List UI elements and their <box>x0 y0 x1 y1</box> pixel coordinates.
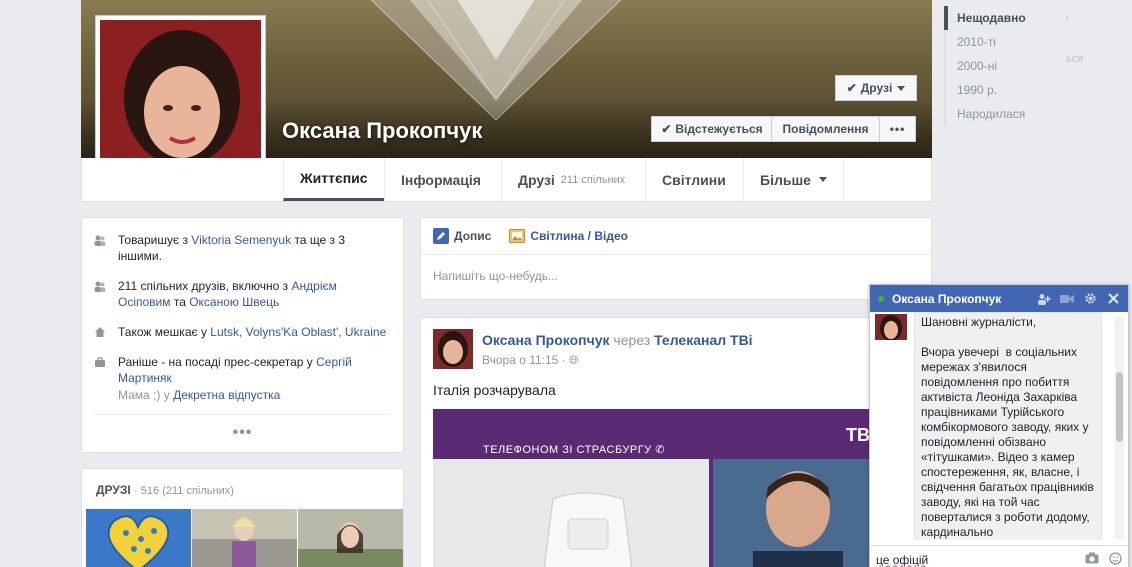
chat-sender-avatar[interactable] <box>875 314 907 340</box>
intro-lives-in: Також мешкає у Lutsk, Volyns'Ka Oblast',… <box>94 324 392 340</box>
friend-link[interactable]: Viktoria Semenyuk <box>191 233 291 247</box>
friends-icon <box>94 281 106 292</box>
chat-input[interactable]: це офіцій <box>870 545 1128 567</box>
tab-more[interactable]: Більше <box>743 158 844 201</box>
post-header: Оксана Прокопчук через Телеканал ТВі <box>482 332 753 348</box>
divider <box>421 254 931 255</box>
globe-icon: 🌐︎ <box>569 353 579 367</box>
post-composer: Допис Світлина / Відео Напишіть що-небуд… <box>420 217 932 300</box>
tab-friends-count: 211 спільних <box>560 173 626 186</box>
message-button[interactable]: Повідомлення <box>771 116 880 142</box>
intro-work: Раніше - на посаді прес-секретар у Сергі… <box>94 354 392 403</box>
chevron-down-icon <box>818 177 827 182</box>
emoji-icon[interactable] <box>1109 551 1122 567</box>
friends-card-header[interactable]: ДРУЗІ · 516 (211 спільних) <box>96 483 234 497</box>
chat-input-text: це офіцій <box>876 552 929 567</box>
composer-tabs: Допис Світлина / Відео <box>433 228 628 244</box>
intro-more-button[interactable]: ••• <box>82 424 403 442</box>
following-button-label: Відстежується <box>675 122 763 136</box>
friend-thumbnail[interactable] <box>86 509 191 567</box>
media-caption: ТЕЛЕФОНОМ ЗІ СТРАСБУРГУ ✆ <box>483 444 665 456</box>
intro-card: Товаришує з Viktoria Semenyuk та ще з 3 … <box>81 217 404 453</box>
post-media[interactable]: ТЕЛЕФОНОМ ЗІ СТРАСБУРГУ ✆ ТВі <box>433 409 883 567</box>
friends-button[interactable]: ✔ Друзі <box>835 75 917 101</box>
intro-current-job: Мама ;) у Декретна відпустка <box>118 388 281 402</box>
camera-icon[interactable] <box>1085 552 1099 567</box>
video-call-icon[interactable] <box>1060 292 1074 306</box>
friend-thumbnail[interactable] <box>298 509 403 567</box>
media-person-image <box>713 459 883 567</box>
chat-scrollbar-thumb[interactable] <box>1116 372 1123 442</box>
timeline-item-born[interactable]: Народилася <box>944 102 1064 126</box>
divider <box>94 414 391 415</box>
gear-icon[interactable] <box>1083 292 1097 306</box>
timeline-item-2000s[interactable]: 2000-ні <box>944 54 1064 78</box>
timeline-item-1990[interactable]: 1990 р. <box>944 78 1064 102</box>
friend-thumbnail[interactable] <box>192 509 297 567</box>
post-meta: Вчора о 11:15 · 🌐︎ <box>482 353 579 368</box>
tab-photos-label: Світлини <box>662 171 726 188</box>
background-text: ься <box>1066 53 1084 65</box>
friends-button-label: Друзі <box>860 81 893 95</box>
chat-titlebar[interactable]: Оксана Прокопчук <box>870 285 1128 312</box>
location-link[interactable]: Lutsk, Volyns'Ka Oblast', Ukraine <box>210 325 386 339</box>
timeline-years-nav: Нещодавно 2010-ті 2000-ні 1990 р. Народи… <box>944 6 1064 126</box>
timeline-item-recent[interactable]: Нещодавно <box>944 6 1064 30</box>
chat-window: Оксана Прокопчук Шановні журналісти, Вчо… <box>869 284 1129 567</box>
timeline-item-2010s[interactable]: 2010-ті <box>944 30 1064 54</box>
profile-name[interactable]: Оксана Прокопчук <box>282 118 482 144</box>
post-page-link[interactable]: Телеканал ТВі <box>654 332 753 348</box>
tab-about-label: Інформація <box>401 171 481 188</box>
check-icon: ✔ <box>661 122 672 136</box>
composer-tab-status[interactable]: Допис <box>433 228 491 244</box>
intro-friends-with: Товаришує з Viktoria Semenyuk та ще з 3 … <box>94 232 392 264</box>
close-icon[interactable] <box>1106 292 1120 306</box>
chat-messages: Шановні журналісти, Вчора увечері в соці… <box>870 312 1110 540</box>
profile-photo <box>100 20 261 181</box>
tab-more-label: Більше <box>760 171 811 188</box>
pencil-icon <box>433 228 449 244</box>
chat-scrollbar[interactable] <box>1115 317 1124 539</box>
chat-message-bubble: Шановні журналісти, Вчора увечері в соці… <box>914 312 1102 540</box>
following-button[interactable]: ✔ Відстежується <box>651 116 772 142</box>
mutual-friend-link[interactable]: Оксаною Швець <box>189 295 279 309</box>
tab-friends[interactable]: Друзі 211 спільних <box>501 158 641 201</box>
job-link[interactable]: Декретна відпустка <box>173 388 280 402</box>
composer-input[interactable]: Напишіть що-небудь... <box>433 269 558 283</box>
tab-about[interactable]: Інформація <box>384 158 497 201</box>
tab-friends-label: Друзі <box>518 171 555 188</box>
post-timestamp[interactable]: Вчора о 11:15 · <box>482 353 566 367</box>
feed-post: Оксана Прокопчук через Телеканал ТВі Вчо… <box>420 317 932 567</box>
phone-icon: ✆ <box>655 444 665 456</box>
composer-tab-photo[interactable]: Світлина / Відео <box>509 228 628 244</box>
tab-photos[interactable]: Світлини <box>645 158 742 201</box>
post-text: Італія розчарувала <box>433 382 556 398</box>
profile-nav: Життєпис Інформація Друзі 211 спільних С… <box>81 158 932 202</box>
tab-timeline-label: Життєпис <box>300 170 368 186</box>
chevron-down-icon <box>897 85 906 91</box>
more-options-button[interactable]: ••• <box>879 116 916 142</box>
tab-timeline[interactable]: Життєпис <box>283 158 384 201</box>
briefcase-icon <box>95 357 105 367</box>
add-friend-icon[interactable] <box>1037 292 1051 306</box>
background-text: › <box>1065 12 1069 24</box>
home-icon <box>95 327 105 337</box>
friends-card: ДРУЗІ · 516 (211 спільних) <box>81 468 404 567</box>
chat-input-actions <box>1085 551 1122 567</box>
photo-icon <box>509 229 526 243</box>
friends-icon <box>94 235 106 246</box>
intro-mutual-friends: 211 спільних друзів, включно з Андрієм О… <box>94 278 392 310</box>
chat-title[interactable]: Оксана Прокопчук <box>892 292 1001 306</box>
check-icon: ✔ <box>846 81 857 95</box>
post-author-avatar[interactable] <box>433 329 473 369</box>
post-author-link[interactable]: Оксана Прокопчук <box>482 332 610 348</box>
media-phone-image <box>433 459 709 567</box>
online-status-icon <box>878 295 884 302</box>
chat-actions <box>1037 292 1120 306</box>
